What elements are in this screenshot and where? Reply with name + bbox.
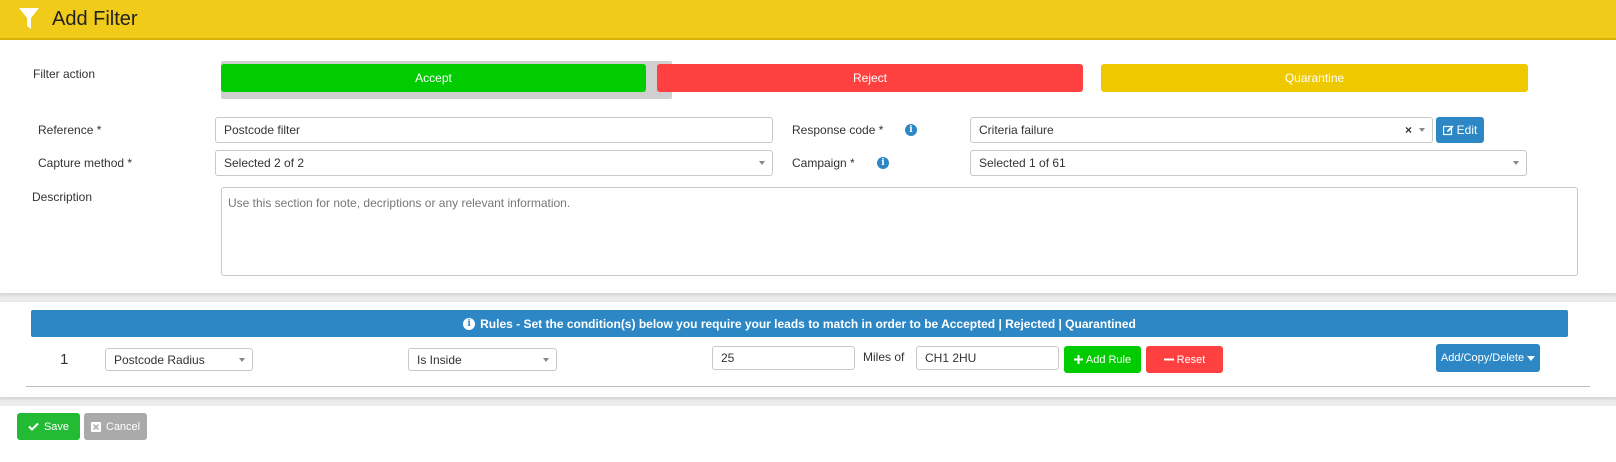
cancel-button[interactable]: Cancel bbox=[84, 413, 147, 440]
capture-method-label: Capture method * bbox=[38, 156, 133, 170]
minus-icon bbox=[1163, 358, 1174, 361]
campaign-value: Selected 1 of 61 bbox=[979, 156, 1066, 170]
edit-icon bbox=[1442, 125, 1454, 135]
page-title: Add Filter bbox=[52, 7, 138, 30]
rule-postcode-input[interactable]: CH1 2HU bbox=[916, 346, 1059, 370]
rules-banner: i Rules - Set the condition(s) below you… bbox=[31, 310, 1568, 337]
chevron-down-icon bbox=[543, 358, 549, 362]
response-code-info-icon[interactable]: i bbox=[905, 124, 917, 136]
cancel-label: Cancel bbox=[105, 420, 141, 433]
edit-button-label: Edit bbox=[1456, 123, 1478, 137]
footer-bar bbox=[0, 406, 1616, 462]
clear-icon[interactable]: × bbox=[1405, 123, 1412, 137]
response-code-select[interactable]: Criteria failure × bbox=[970, 117, 1433, 143]
rule-field-select[interactable]: Postcode Radius bbox=[105, 348, 253, 371]
add-rule-label: Add Rule bbox=[1085, 353, 1132, 366]
chevron-down-icon bbox=[759, 161, 765, 165]
campaign-info-icon[interactable]: i bbox=[877, 157, 889, 169]
close-icon bbox=[90, 421, 101, 432]
add-copy-delete-label: Add/Copy/Delete bbox=[1440, 352, 1525, 364]
rule-value-input[interactable]: 25 bbox=[712, 346, 855, 370]
rule-unit-label: Miles of bbox=[863, 350, 905, 364]
chevron-down-icon bbox=[1419, 128, 1425, 132]
description-label: Description bbox=[32, 190, 93, 204]
capture-method-select[interactable]: Selected 2 of 2 bbox=[215, 150, 773, 176]
rule-operator-select[interactable]: Is Inside bbox=[408, 348, 557, 371]
check-icon bbox=[28, 422, 39, 431]
rule-field-value: Postcode Radius bbox=[114, 352, 205, 367]
chevron-down-icon bbox=[1513, 161, 1519, 165]
campaign-label: Campaign * bbox=[792, 156, 855, 170]
rule-operator-value: Is Inside bbox=[417, 352, 462, 367]
add-rule-button[interactable]: Add Rule bbox=[1064, 346, 1141, 373]
info-icon: i bbox=[463, 317, 476, 330]
page-header: Add Filter bbox=[0, 0, 1616, 40]
save-button[interactable]: Save bbox=[17, 413, 80, 440]
save-label: Save bbox=[43, 420, 70, 433]
reset-button[interactable]: Reset bbox=[1146, 346, 1223, 373]
reference-input[interactable]: Postcode filter bbox=[215, 117, 773, 143]
add-copy-delete-dropdown[interactable]: Add/Copy/Delete bbox=[1436, 344, 1540, 372]
edit-response-code-button[interactable]: Edit bbox=[1436, 117, 1484, 143]
reset-label: Reset bbox=[1176, 353, 1206, 366]
rules-banner-text: Rules - Set the condition(s) below you r… bbox=[480, 316, 1136, 331]
chevron-down-icon bbox=[239, 358, 245, 362]
rule-divider bbox=[26, 386, 1590, 387]
response-code-value: Criteria failure bbox=[979, 123, 1054, 137]
reject-button[interactable]: Reject bbox=[657, 64, 1083, 92]
caret-down-icon bbox=[1527, 355, 1536, 361]
rule-index: 1 bbox=[60, 351, 69, 368]
response-code-label: Response code * bbox=[792, 123, 884, 137]
quarantine-button[interactable]: Quarantine bbox=[1101, 64, 1528, 92]
filter-action-label: Filter action bbox=[33, 67, 96, 81]
filter-icon bbox=[19, 8, 39, 29]
campaign-select[interactable]: Selected 1 of 61 bbox=[970, 150, 1527, 176]
plus-icon bbox=[1073, 355, 1083, 364]
description-textarea[interactable] bbox=[221, 187, 1578, 276]
reference-label: Reference * bbox=[38, 123, 102, 137]
accept-button[interactable]: Accept bbox=[221, 64, 646, 92]
capture-method-value: Selected 2 of 2 bbox=[224, 156, 305, 170]
